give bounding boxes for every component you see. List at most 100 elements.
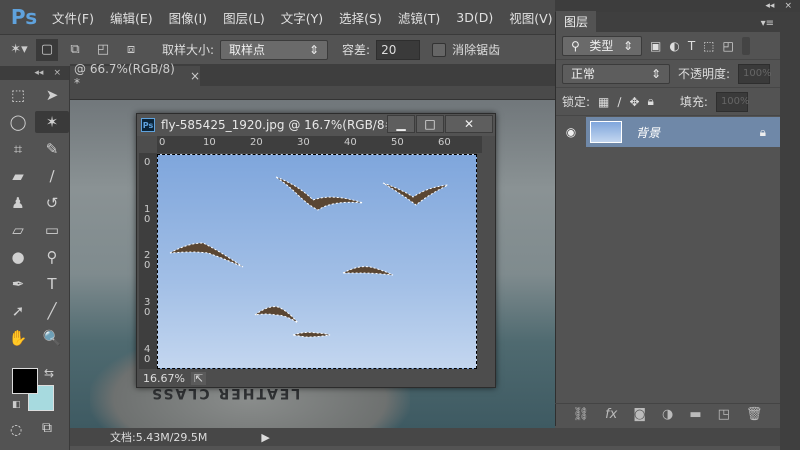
minimize-button[interactable]: ▁: [387, 115, 415, 133]
zoom-tool-icon[interactable]: 🔍: [35, 327, 69, 349]
filter-pixel-icon[interactable]: ▣: [650, 39, 661, 53]
blend-row: 正常 ⇕ 不透明度: 100%: [556, 60, 780, 88]
tools-panel-header: ◂◂ ×: [0, 66, 69, 80]
menu-3d[interactable]: 3D(D): [452, 10, 505, 25]
new-layer-icon[interactable]: ◳: [718, 407, 730, 422]
link-layers-icon[interactable]: ⛓: [573, 407, 590, 422]
visibility-eye-icon[interactable]: ◉: [556, 125, 586, 139]
tab-layers[interactable]: 图层: [556, 11, 597, 32]
add-selection-icon[interactable]: ⧉: [64, 39, 86, 61]
right-scrollbar[interactable]: [780, 12, 800, 450]
lock-all-icon[interactable]: 🔒︎: [648, 94, 654, 109]
screen-mode-icon[interactable]: ⧉: [42, 420, 52, 436]
panel-menu-icon[interactable]: ▾≡: [755, 18, 780, 32]
foreground-color-swatch[interactable]: [12, 368, 38, 394]
filter-shape-icon[interactable]: ⬚: [703, 39, 714, 53]
layers-panel: 图层 ▾≡ ⚲ 类型 ⇕ ▣ ◐ T ⬚ ◰ 正常 ⇕ 不透明度: 100% 锁定: …: [555, 11, 780, 426]
ruler-label: 40: [144, 344, 151, 365]
layer-item[interactable]: ◉ 背景 🔒︎: [556, 116, 780, 148]
menu-file[interactable]: 文件(F): [48, 8, 106, 27]
document-title: fly-585425_1920.jpg @ 16.7%(RGB/8#...: [161, 118, 406, 132]
antialias-label: 消除锯齿: [452, 43, 501, 57]
delete-layer-icon[interactable]: 🗑︎: [746, 407, 763, 422]
hand-tool-icon[interactable]: ✋: [1, 327, 35, 349]
document-title-bar[interactable]: Ps fly-585425_1920.jpg @ 16.7%(RGB/8#...…: [137, 114, 495, 136]
close-button[interactable]: ✕: [445, 115, 493, 133]
document-window: Ps fly-585425_1920.jpg @ 16.7%(RGB/8#...…: [136, 113, 496, 388]
stamp-tool-icon[interactable]: ♟: [1, 192, 35, 214]
gradient-tool-icon[interactable]: ▭: [35, 219, 69, 241]
search-icon: ⚲: [571, 38, 580, 53]
ruler-label: 10: [203, 137, 216, 148]
bird: [169, 242, 244, 268]
lock-pixels-icon[interactable]: ∕: [617, 95, 621, 109]
eraser-tool-icon[interactable]: ▱: [1, 219, 35, 241]
marquee-tool-icon[interactable]: ⬚: [1, 84, 35, 106]
quick-mask-icon[interactable]: ◌: [10, 422, 22, 438]
blend-mode-value: 正常: [571, 67, 596, 81]
lasso-tool-icon[interactable]: ◯: [1, 111, 35, 133]
add-mask-icon[interactable]: ◙: [633, 407, 646, 422]
collapse-panel-icon[interactable]: ◂◂: [765, 1, 774, 11]
filter-smart-object-icon[interactable]: ◰: [723, 39, 734, 53]
menu-edit[interactable]: 编辑(E): [106, 8, 165, 27]
document-status-bar: 16.67% ⇱: [137, 369, 495, 387]
blur-tool-icon[interactable]: ●: [1, 246, 35, 268]
export-icon[interactable]: ⇱: [190, 371, 207, 385]
eyedropper-tool-icon[interactable]: ✎: [35, 138, 69, 160]
new-group-icon[interactable]: ▬: [689, 407, 701, 422]
sample-size-select[interactable]: 取样点 ⇕: [220, 39, 329, 60]
document-tab[interactable]: @ 66.7%(RGB/8) * ×: [70, 62, 200, 90]
ps-badge-icon: Ps: [141, 118, 155, 132]
filter-adjustment-icon[interactable]: ◐: [669, 39, 679, 53]
tolerance-input[interactable]: 20: [376, 39, 421, 60]
swap-colors-icon[interactable]: ⇆: [44, 366, 54, 380]
document-image-selection[interactable]: [157, 154, 477, 369]
magic-wand-preset-icon[interactable]: ✶▾: [8, 39, 30, 61]
maximize-button[interactable]: □: [416, 115, 444, 133]
bird: [342, 266, 394, 276]
birds-image: [169, 176, 449, 338]
lock-row: 锁定: ▦ ∕ ✥ 🔒︎ 填充: 100%: [556, 88, 780, 116]
bird: [275, 176, 364, 211]
fill-input[interactable]: 100%: [715, 91, 750, 112]
filter-toggle[interactable]: [741, 36, 750, 55]
brush-tool-icon[interactable]: ∕: [35, 165, 69, 187]
blend-mode-select[interactable]: 正常 ⇕: [562, 63, 670, 84]
line-tool-icon[interactable]: ╱: [35, 300, 69, 322]
filter-type-select[interactable]: ⚲ 类型 ⇕: [562, 35, 642, 56]
healing-tool-icon[interactable]: ▰: [1, 165, 35, 187]
default-colors-icon[interactable]: ◧: [12, 400, 21, 410]
antialias-checkbox[interactable]: [432, 42, 447, 57]
history-brush-tool-icon[interactable]: ↺: [35, 192, 69, 214]
new-selection-icon[interactable]: ▢: [36, 38, 58, 61]
close-tab-icon[interactable]: ×: [190, 69, 200, 83]
opacity-input[interactable]: 100%: [738, 63, 772, 84]
updown-icon: ⇕: [622, 38, 633, 53]
adjustment-layer-icon[interactable]: ◑: [662, 407, 673, 422]
menu-layer[interactable]: 图层(L): [219, 8, 277, 27]
filter-type-icon[interactable]: T: [688, 39, 695, 53]
dodge-tool-icon[interactable]: ⚲: [35, 246, 69, 268]
menu-filter[interactable]: 滤镜(T): [394, 8, 452, 27]
status-menu-arrow[interactable]: ▶: [261, 431, 269, 444]
menu-type[interactable]: 文字(Y): [277, 8, 335, 27]
close-panel-icon[interactable]: ×: [784, 1, 792, 11]
lock-position-icon[interactable]: ✥: [629, 95, 639, 109]
type-tool-icon[interactable]: T: [35, 273, 69, 295]
subtract-selection-icon[interactable]: ◰: [92, 39, 114, 61]
pen-tool-icon[interactable]: ✒: [1, 273, 35, 295]
zoom-level[interactable]: 16.67%: [143, 372, 185, 385]
collapse-icon[interactable]: ◂◂: [34, 68, 43, 78]
lock-transparency-icon[interactable]: ▦: [598, 95, 609, 109]
menu-image[interactable]: 图像(I): [165, 8, 219, 27]
crop-tool-icon[interactable]: ⌗: [1, 138, 35, 160]
magic-wand-tool-icon[interactable]: ✶: [35, 111, 69, 133]
layer-lock-icon: 🔒︎: [759, 124, 766, 139]
fx-icon[interactable]: fx: [605, 407, 617, 422]
menu-select[interactable]: 选择(S): [335, 8, 394, 27]
move-tool-icon[interactable]: ➤: [35, 84, 69, 106]
close-icon[interactable]: ×: [53, 68, 61, 78]
path-select-tool-icon[interactable]: ➚: [1, 300, 35, 322]
intersect-selection-icon[interactable]: ⧈: [120, 39, 142, 61]
